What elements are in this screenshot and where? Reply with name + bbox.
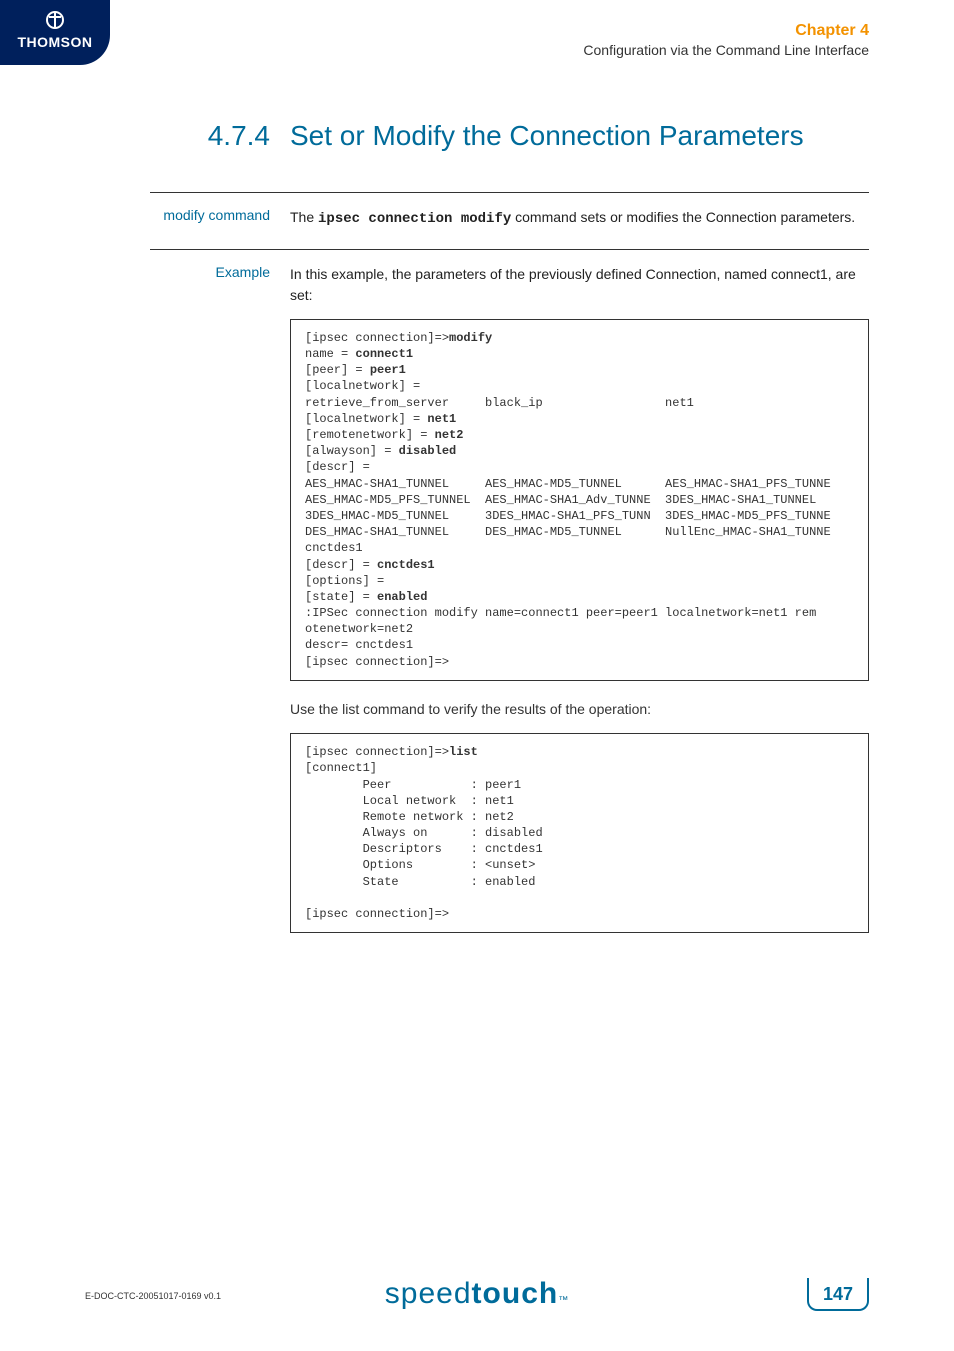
example-row: Example In this example, the parameters … xyxy=(150,264,869,305)
text: command sets or modifies the Connection … xyxy=(511,209,855,225)
modify-command-row: modify command The ipsec connection modi… xyxy=(150,207,869,229)
logo-text: THOMSON xyxy=(0,34,110,50)
example-intro: In this example, the parameters of the p… xyxy=(290,264,869,305)
modify-command-body: The ipsec connection modify command sets… xyxy=(290,207,869,229)
document-id: E-DOC-CTC-20051017-0169 v0.1 xyxy=(85,1291,221,1301)
trademark-icon: ™ xyxy=(558,1295,569,1306)
example-label: Example xyxy=(150,264,290,305)
verify-text: Use the list command to verify the resul… xyxy=(290,699,869,719)
code-block-modify: [ipsec connection]=>modify name = connec… xyxy=(290,319,869,681)
logo-icon xyxy=(0,10,110,34)
footer-brand: speedtouch™ xyxy=(385,1277,569,1311)
section-title-text: Set or Modify the Connection Parameters xyxy=(290,120,804,151)
rule xyxy=(150,249,869,250)
rule xyxy=(150,192,869,193)
section-number: 4.7.4 xyxy=(150,120,270,152)
section-title: 4.7.4 Set or Modify the Connection Parame… xyxy=(150,120,869,152)
brand-light: speed xyxy=(385,1277,472,1311)
code-block-list: [ipsec connection]=>list [connect1] Peer… xyxy=(290,733,869,933)
page-number: 147 xyxy=(807,1278,869,1311)
text: The xyxy=(290,209,318,225)
page-header: Chapter 4 Configuration via the Command … xyxy=(583,22,869,58)
page-content: 4.7.4 Set or Modify the Connection Parame… xyxy=(150,120,869,933)
brand-bold: touch xyxy=(472,1277,559,1311)
page-footer: E-DOC-CTC-20051017-0169 v0.1 speedtouch™… xyxy=(0,1261,954,1311)
brand-logo: THOMSON xyxy=(0,0,110,65)
inline-code: ipsec connection modify xyxy=(318,211,511,227)
chapter-label: Chapter 4 xyxy=(583,22,869,40)
chapter-subtitle: Configuration via the Command Line Inter… xyxy=(583,42,869,58)
modify-command-label: modify command xyxy=(150,207,290,229)
